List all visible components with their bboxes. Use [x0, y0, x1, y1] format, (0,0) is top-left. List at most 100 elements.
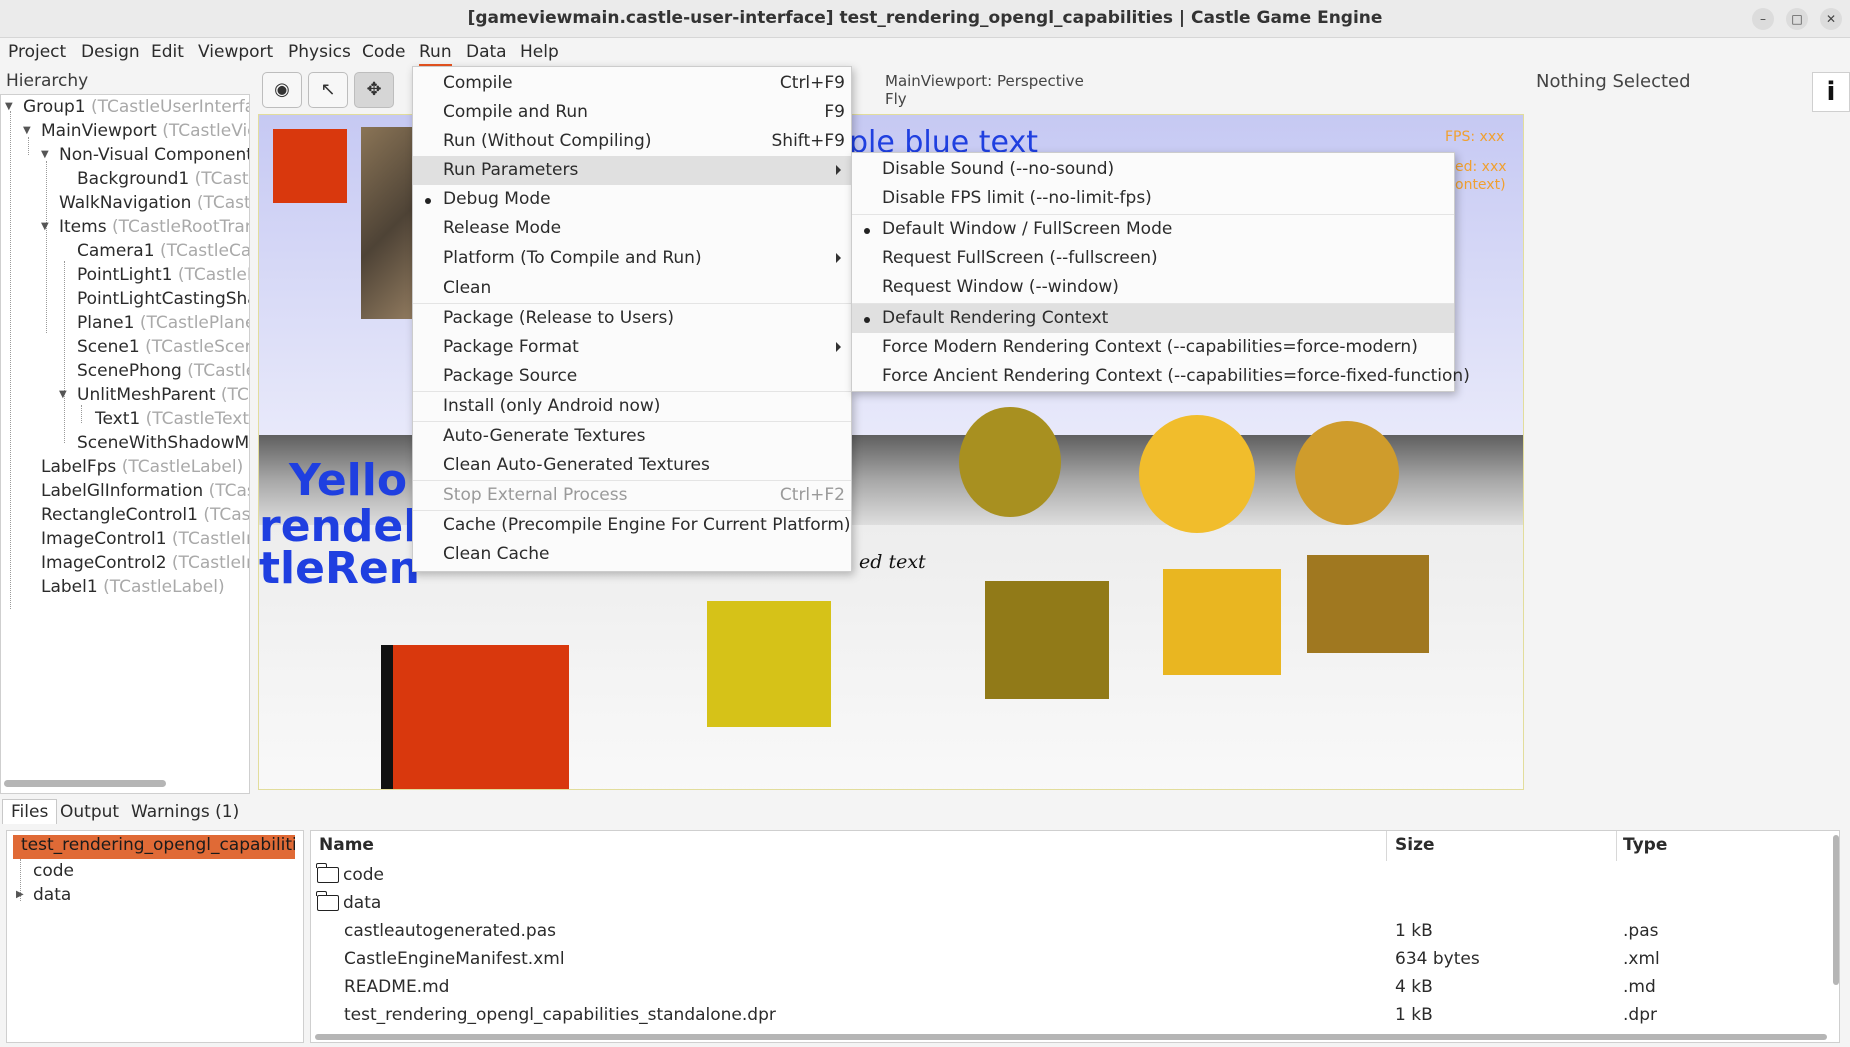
menu-item-cache[interactable]: Cache (Precompile Engine For Current Pla… — [413, 511, 851, 540]
menu-project[interactable]: Project — [8, 42, 66, 62]
table-row[interactable]: code — [316, 863, 384, 885]
scene-3d-text: ed text — [859, 551, 926, 573]
menu-item-platform[interactable]: Platform (To Compile and Run) — [413, 244, 851, 273]
info-icon[interactable]: i — [1812, 72, 1850, 112]
radio-bullet-icon — [425, 198, 431, 204]
collapse-icon[interactable]: ▼ — [41, 221, 49, 232]
menu-item-run-without-compiling[interactable]: Run (Without Compiling) Shift+F9 — [413, 127, 851, 156]
file-list[interactable]: Name Size Type code data castleautogener… — [310, 830, 1840, 1043]
fps-label: FPS: xxx — [1445, 129, 1505, 145]
maximize-icon[interactable]: □ — [1786, 8, 1808, 30]
menu-edit[interactable]: Edit — [151, 42, 184, 62]
menu-item-run-parameters[interactable]: Run Parameters — [413, 156, 851, 185]
tree-item-scenephong[interactable]: ScenePhong (TCastle — [77, 361, 249, 385]
hierarchy-scrollbar[interactable] — [4, 780, 166, 787]
tree-item-items[interactable]: Items (TCastleRootTran — [59, 217, 249, 241]
tree-item-walknavigation[interactable]: WalkNavigation (TCastl — [59, 193, 249, 217]
move-icon[interactable]: ✥ — [354, 72, 394, 108]
table-row[interactable]: castleautogenerated.pas — [344, 921, 556, 941]
column-name[interactable]: Name — [319, 835, 374, 855]
expand-icon[interactable]: ▶ — [16, 889, 24, 900]
project-folder[interactable]: test_rendering_opengl_capabilities — [13, 835, 295, 859]
file-type: .dpr — [1623, 1005, 1657, 1025]
tree-item-background1[interactable]: Background1 (TCastl — [77, 169, 249, 193]
column-type[interactable]: Type — [1623, 835, 1667, 855]
menu-item-default-rendering-context[interactable]: Default Rendering Context — [852, 304, 1454, 333]
menu-item-auto-generate-textures[interactable]: Auto-Generate Textures — [413, 422, 851, 451]
tree-item-scene1[interactable]: Scene1 (TCastleScen — [77, 337, 249, 361]
menu-design[interactable]: Design — [81, 42, 140, 62]
minimize-icon[interactable]: – — [1752, 8, 1774, 30]
menu-item-package-source[interactable]: Package Source — [413, 362, 851, 391]
menu-help[interactable]: Help — [520, 42, 559, 62]
menu-item-debug-mode[interactable]: Debug Mode — [413, 185, 851, 214]
file-list-hscrollbar[interactable] — [315, 1034, 1827, 1040]
collapse-icon[interactable]: ▼ — [59, 389, 67, 400]
collapse-icon[interactable]: ▼ — [23, 125, 31, 136]
menu-item-compile[interactable]: Compile Ctrl+F9 — [413, 69, 851, 98]
menu-item-clean[interactable]: Clean — [413, 274, 851, 303]
tree-item-scenewithshadowmaps[interactable]: SceneWithShadowMa — [77, 433, 249, 457]
tree-item-labelglinformation[interactable]: LabelGlInformation (TCas — [41, 481, 249, 505]
table-row[interactable]: data — [316, 891, 381, 913]
tree-folder-code[interactable]: code — [33, 861, 74, 881]
pedestal — [985, 581, 1109, 699]
file-list-scrollbar[interactable] — [1833, 835, 1839, 985]
column-size[interactable]: Size — [1395, 835, 1435, 855]
menu-item-clean-cache[interactable]: Clean Cache — [413, 540, 851, 569]
tree-item-text1[interactable]: Text1 (TCastleText — [95, 409, 249, 433]
tree-item-plane1[interactable]: Plane1 (TCastlePlane — [77, 313, 249, 337]
select-arrow-icon[interactable]: ↖ — [308, 72, 348, 108]
menu-code[interactable]: Code — [362, 42, 406, 62]
menu-run[interactable]: Run — [419, 42, 452, 66]
tree-item-camera1[interactable]: Camera1 (TCastleCar — [77, 241, 249, 265]
menu-item-stop-external-process[interactable]: Stop External Process Ctrl+F2 — [413, 481, 851, 510]
tree-item-pointlightcastingshadows[interactable]: PointLightCastingShad — [77, 289, 249, 313]
tree-item-mainviewport[interactable]: MainViewport (TCastleVie — [41, 121, 249, 145]
menu-item-default-window-mode[interactable]: Default Window / FullScreen Mode — [852, 215, 1454, 244]
menu-item-force-ancient-context[interactable]: Force Ancient Rendering Context (--capab… — [852, 362, 1470, 391]
files-tree[interactable]: test_rendering_opengl_capabilities code … — [6, 830, 304, 1043]
tab-warnings[interactable]: Warnings (1) — [131, 802, 239, 822]
tab-output[interactable]: Output — [60, 802, 119, 822]
rectangle-control — [273, 129, 347, 203]
hierarchy-tree[interactable]: ▼ Group1 (TCastleUserInterfa ▼ MainViewp… — [0, 94, 250, 794]
tree-item-rectanglecontrol1[interactable]: RectangleControl1 (TCast — [41, 505, 249, 529]
eye-icon[interactable]: ◉ — [262, 72, 302, 108]
tab-files[interactable]: Files — [2, 799, 58, 824]
menu-item-release-mode[interactable]: Release Mode — [413, 214, 851, 243]
menu-item-package-format[interactable]: Package Format — [413, 333, 851, 362]
close-icon[interactable]: ✕ — [1820, 8, 1842, 30]
menu-item-force-modern-context[interactable]: Force Modern Rendering Context (--capabi… — [852, 333, 1454, 362]
tree-item-label1[interactable]: Label1 (TCastleLabel) — [41, 577, 225, 601]
menu-item-package[interactable]: Package (Release to Users) — [413, 304, 851, 333]
menu-item-disable-sound[interactable]: Disable Sound (--no-sound) — [852, 155, 1454, 184]
collapse-icon[interactable]: ▼ — [5, 101, 13, 112]
hierarchy-title: Hierarchy — [6, 71, 89, 91]
tree-item-imagecontrol1[interactable]: ImageControl1 (TCastleIn — [41, 529, 249, 553]
menu-item-disable-fps-limit[interactable]: Disable FPS limit (--no-limit-fps) — [852, 184, 1454, 213]
menu-item-install[interactable]: Install (only Android now) — [413, 392, 851, 421]
tree-item-labelfps[interactable]: LabelFps (TCastleLabel) — [41, 457, 243, 481]
menu-item-compile-and-run[interactable]: Compile and Run F9 — [413, 98, 851, 127]
tree-item-non-visual-components[interactable]: Non-Visual Components — [59, 145, 249, 169]
tree-item-group1[interactable]: Group1 (TCastleUserInterfa — [23, 97, 249, 121]
menu-item-request-fullscreen[interactable]: Request FullScreen (--fullscreen) — [852, 244, 1454, 273]
menu-physics[interactable]: Physics — [288, 42, 351, 62]
menu-item-clean-auto-generated-textures[interactable]: Clean Auto-Generated Textures — [413, 451, 851, 480]
tree-item-pointlight1[interactable]: PointLight1 (TCastleP — [77, 265, 249, 289]
tree-folder-data[interactable]: data — [33, 885, 71, 905]
pedestal — [1163, 569, 1281, 675]
table-row[interactable]: test_rendering_opengl_capabilities_stand… — [344, 1005, 776, 1025]
menu-viewport[interactable]: Viewport — [198, 42, 273, 62]
gl-info-label-2: ontext) — [1455, 177, 1506, 193]
viewport-navigation-label: Fly — [885, 90, 907, 108]
run-parameters-submenu: Disable Sound (--no-sound) Disable FPS l… — [851, 152, 1470, 392]
tree-item-unlitmeshparent[interactable]: UnlitMeshParent (TC — [77, 385, 249, 409]
table-row[interactable]: README.md — [344, 977, 449, 997]
table-row[interactable]: CastleEngineManifest.xml — [344, 949, 565, 969]
collapse-icon[interactable]: ▼ — [41, 149, 49, 160]
tree-item-imagecontrol2[interactable]: ImageControl2 (TCastleIn — [41, 553, 249, 577]
menu-item-request-window[interactable]: Request Window (--window) — [852, 273, 1454, 302]
menu-data[interactable]: Data — [466, 42, 507, 62]
